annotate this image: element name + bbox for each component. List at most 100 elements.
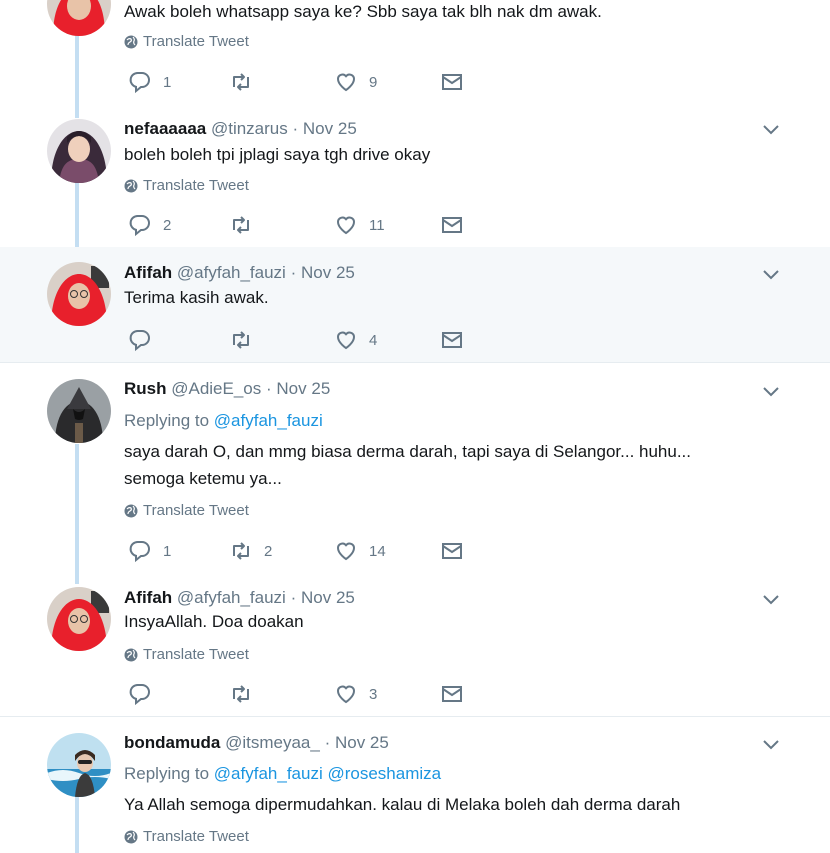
chevron-down-icon[interactable] xyxy=(762,269,780,281)
tweet-highlighted[interactable]: Afifah @afyfah_fauzi · Nov 25 Terima kas… xyxy=(0,247,830,362)
envelope-icon xyxy=(442,332,462,348)
tweet-actions: 2 11 xyxy=(124,213,484,237)
envelope-icon xyxy=(442,217,462,233)
tweet-header: Rush @AdieE_os · Nov 25 xyxy=(124,379,330,399)
avatar[interactable] xyxy=(47,119,111,183)
heart-icon xyxy=(336,542,356,561)
direct-message-button[interactable] xyxy=(440,213,464,237)
display-name[interactable]: bondamuda xyxy=(124,733,220,752)
retweet-button[interactable] xyxy=(229,682,264,706)
envelope-icon xyxy=(442,543,462,559)
heart-icon xyxy=(336,331,356,350)
user-handle[interactable]: @itsmeyaa_ xyxy=(225,733,320,752)
mention-link[interactable]: @afyfah_fauzi xyxy=(214,411,323,430)
retweet-icon xyxy=(233,73,249,91)
replying-to-label: Replying to xyxy=(124,411,210,430)
retweet-count: 2 xyxy=(264,542,273,560)
chevron-down-icon[interactable] xyxy=(762,124,780,136)
mention-link[interactable]: @afyfah_fauzi xyxy=(214,764,323,783)
user-handle[interactable]: @afyfah_fauzi xyxy=(177,588,286,607)
direct-message-button[interactable] xyxy=(440,682,464,706)
avatar[interactable] xyxy=(47,0,111,36)
tweet-actions: 1 9 xyxy=(124,70,484,94)
reply-button[interactable]: 1 xyxy=(128,539,171,563)
display-name[interactable]: Afifah xyxy=(124,263,172,282)
display-name[interactable]: Afifah xyxy=(124,588,172,607)
translate-label: Translate Tweet xyxy=(143,502,249,519)
like-button[interactable]: 9 xyxy=(334,70,377,94)
reply-icon xyxy=(129,541,150,563)
tweet[interactable]: bondamuda @itsmeyaa_ · Nov 25 Replying t… xyxy=(0,717,830,853)
tweet-date[interactable]: Nov 25 xyxy=(335,733,389,752)
tweet-header: nefaaaaaa @tinzarus · Nov 25 xyxy=(124,119,357,139)
direct-message-button[interactable] xyxy=(440,328,464,352)
display-name[interactable]: Rush xyxy=(124,379,167,398)
chevron-down-icon[interactable] xyxy=(762,594,780,606)
tweet-actions: 1 2 14 xyxy=(124,539,484,563)
translate-tweet-link[interactable]: Translate Tweet xyxy=(124,177,249,195)
retweet-icon xyxy=(233,542,249,560)
tweet-text-line: saya darah O, dan mmg biasa derma darah,… xyxy=(124,442,692,461)
translate-label: Translate Tweet xyxy=(143,177,249,194)
replying-to-label: Replying to xyxy=(124,764,210,783)
direct-message-button[interactable] xyxy=(440,70,464,94)
retweet-button[interactable] xyxy=(229,70,264,94)
retweet-button[interactable]: 2 xyxy=(229,539,272,563)
reply-icon xyxy=(129,684,150,706)
reply-icon xyxy=(129,215,150,237)
like-count: 3 xyxy=(369,685,378,703)
globe-icon xyxy=(124,648,138,662)
display-name[interactable]: nefaaaaaa xyxy=(124,119,206,138)
reply-count: 1 xyxy=(163,542,172,560)
tweet[interactable]: Rush @AdieE_os · Nov 25 Replying to @afy… xyxy=(0,363,830,578)
tweet[interactable]: Afifah @afyfah_fauzi · Nov 25 InsyaAllah… xyxy=(0,578,830,716)
avatar[interactable] xyxy=(47,379,111,443)
translate-tweet-link[interactable]: Translate Tweet xyxy=(124,502,249,520)
retweet-button[interactable] xyxy=(229,213,264,237)
globe-icon xyxy=(124,504,138,518)
separator-dot: · xyxy=(292,119,299,138)
translate-tweet-link[interactable]: Translate Tweet xyxy=(124,828,249,846)
reply-count: 1 xyxy=(163,73,172,91)
tweet-text: Terima kasih awak. xyxy=(124,288,269,307)
reply-button[interactable]: 2 xyxy=(128,213,171,237)
direct-message-button[interactable] xyxy=(440,539,464,563)
reply-button[interactable]: 1 xyxy=(128,70,171,94)
tweet-header: bondamuda @itsmeyaa_ · Nov 25 xyxy=(124,733,389,753)
tweet[interactable]: nefaaaaaa @tinzarus · Nov 25 boleh boleh… xyxy=(0,110,830,247)
like-count: 11 xyxy=(369,216,385,234)
tweet-actions: 4 xyxy=(124,328,484,352)
reply-button[interactable] xyxy=(128,328,163,352)
user-handle[interactable]: @afyfah_fauzi xyxy=(177,263,286,282)
like-button[interactable]: 4 xyxy=(334,328,377,352)
like-count: 4 xyxy=(369,331,378,349)
tweet-header: Afifah @afyfah_fauzi · Nov 25 xyxy=(124,263,355,283)
tweet[interactable]: Awak boleh whatsapp saya ke? Sbb saya ta… xyxy=(0,0,830,110)
chevron-down-icon[interactable] xyxy=(762,739,780,751)
translate-tweet-link[interactable]: Translate Tweet xyxy=(124,646,249,664)
like-count: 14 xyxy=(369,542,386,560)
retweet-icon xyxy=(233,331,249,349)
avatar[interactable] xyxy=(47,262,111,326)
like-button[interactable]: 11 xyxy=(334,213,385,237)
envelope-icon xyxy=(442,686,462,702)
tweet-date[interactable]: Nov 25 xyxy=(276,379,330,398)
avatar[interactable] xyxy=(47,733,111,797)
tweet-text-line: semoga ketemu ya... xyxy=(124,469,282,488)
tweet-date[interactable]: Nov 25 xyxy=(301,263,355,282)
user-handle[interactable]: @AdieE_os xyxy=(171,379,261,398)
heart-icon xyxy=(336,73,356,92)
tweet-date[interactable]: Nov 25 xyxy=(303,119,357,138)
reply-button[interactable] xyxy=(128,682,163,706)
retweet-button[interactable] xyxy=(229,328,264,352)
like-button[interactable]: 14 xyxy=(334,539,386,563)
avatar[interactable] xyxy=(47,587,111,651)
tweet-date[interactable]: Nov 25 xyxy=(301,588,355,607)
user-handle[interactable]: @tinzarus xyxy=(211,119,288,138)
like-button[interactable]: 3 xyxy=(334,682,377,706)
translate-tweet-link[interactable]: Translate Tweet xyxy=(124,33,249,51)
reply-icon xyxy=(129,72,150,94)
mention-link[interactable]: @roseshamiza xyxy=(327,764,441,783)
chevron-down-icon[interactable] xyxy=(762,386,780,398)
separator-dot: · xyxy=(324,733,331,752)
